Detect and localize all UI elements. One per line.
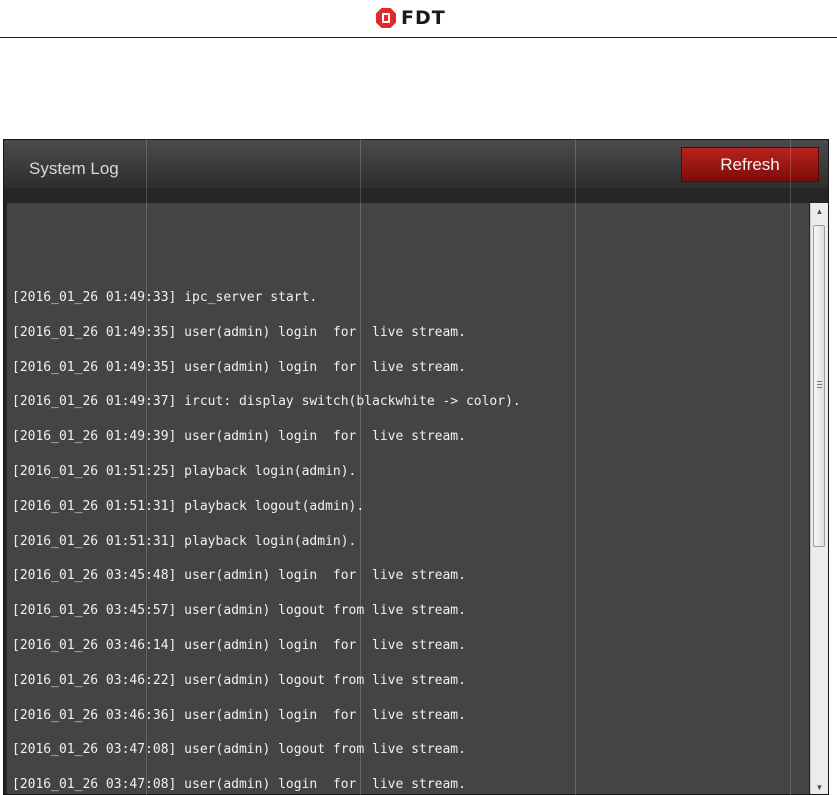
logo-text: FDT [401,7,446,29]
scroll-thumb[interactable] [813,225,825,547]
log-line: [2016_01_26 01:49:33] ipc_server start. [12,290,318,305]
log-list: [2016_01_26 01:49:33] ipc_server start. [… [12,281,521,794]
fdt-logo-icon [376,8,396,28]
guide-line [575,139,576,795]
log-line: [2016_01_26 03:47:08] user(admin) login … [12,777,466,793]
guide-line [146,139,147,795]
log-line: [2016_01_26 01:51:31] playback login(adm… [12,533,357,549]
log-line: [2016_01_26 01:51:25] playback login(adm… [12,463,357,479]
log-line: [2016_01_26 03:46:36] user(admin) login … [12,707,466,723]
scroll-down-arrow-icon[interactable]: ▼ [811,779,828,794]
log-line: [2016_01_26 03:46:14] user(admin) login … [12,637,466,653]
vertical-scrollbar[interactable]: ▲ ▼ [810,203,828,794]
log-line: [2016_01_26 01:49:35] user(admin) login … [12,359,466,375]
guide-line [360,139,361,795]
log-line: [2016_01_26 03:45:48] user(admin) login … [12,568,466,584]
refresh-button[interactable]: Refresh [681,147,819,182]
scroll-up-arrow-icon[interactable]: ▲ [811,203,828,220]
system-log-panel: System Log Refresh [2016_01_26 01:49:33]… [3,139,829,795]
log-textarea[interactable]: [2016_01_26 01:49:33] ipc_server start. [… [7,203,809,794]
log-line: [2016_01_26 01:49:35] user(admin) login … [12,324,466,340]
log-line: [2016_01_26 03:45:57] user(admin) logout… [12,603,466,619]
log-line: [2016_01_26 03:47:08] user(admin) logout… [12,742,466,758]
grip-icon [817,381,822,388]
log-line: [2016_01_26 01:49:37] ircut: display swi… [12,394,521,410]
document-header: FDT [0,0,837,38]
guide-line [790,139,791,795]
panel-title: System Log [29,159,119,178]
log-line: [2016_01_26 03:46:22] user(admin) logout… [12,672,466,688]
panel-header: System Log Refresh [4,140,828,188]
brand-logo: FDT [375,6,446,30]
log-line: [2016_01_26 01:51:31] playback logout(ad… [12,498,365,514]
log-line: [2016_01_26 01:49:39] user(admin) login … [12,429,466,445]
header-divider [0,37,837,38]
